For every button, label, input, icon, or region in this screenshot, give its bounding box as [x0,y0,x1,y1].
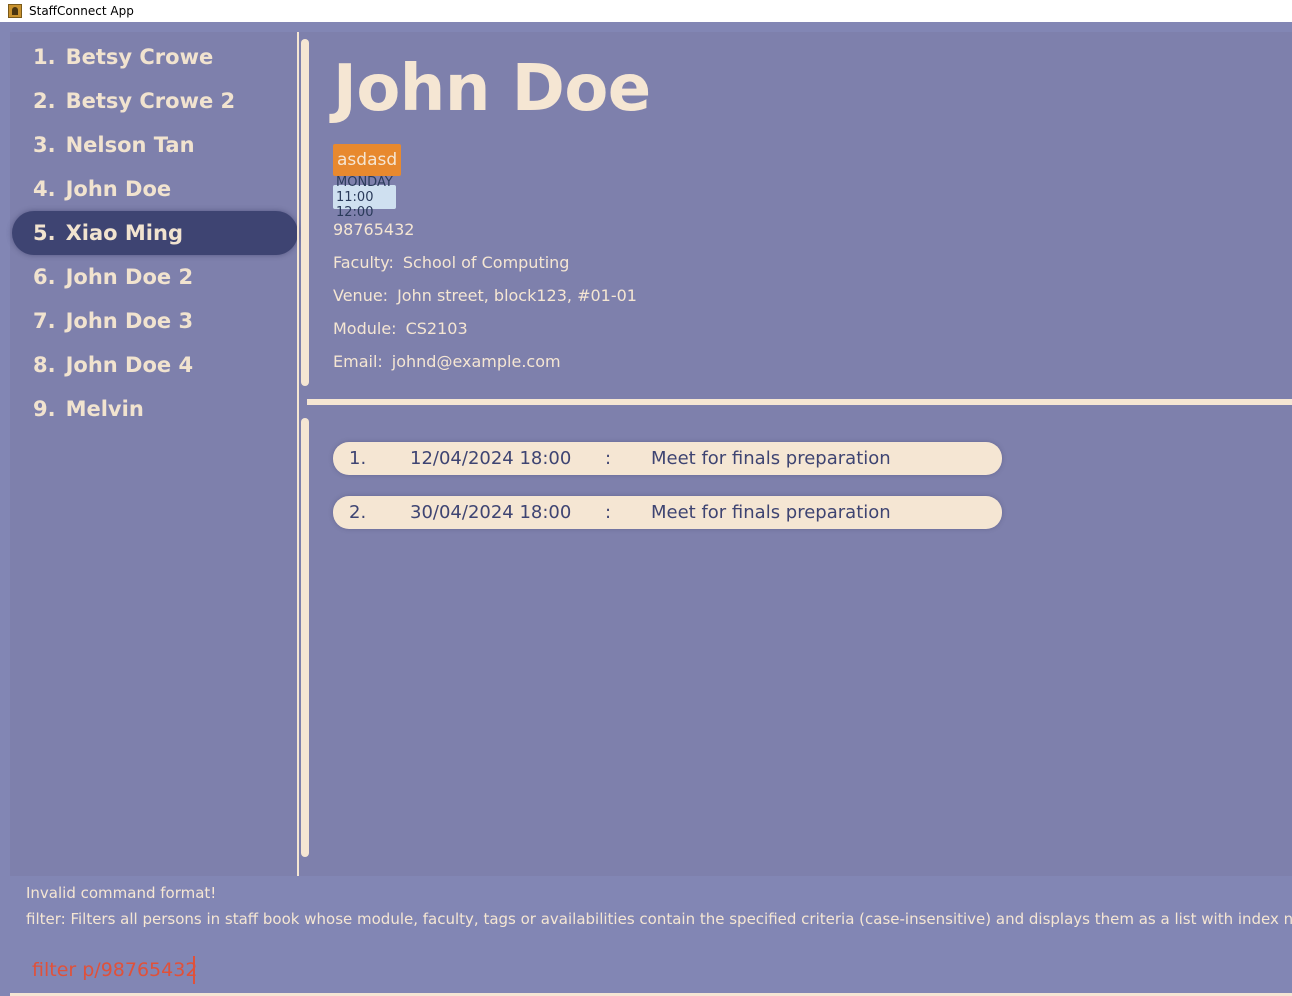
list-item-index: 4. [33,177,56,201]
list-item[interactable]: 9. Melvin [12,387,298,431]
phone-field: 98765432 [333,220,414,239]
list-item[interactable]: 4. John Doe [12,167,298,211]
meeting-item[interactable]: 2. 30/04/2024 18:00 : Meet for finals pr… [333,496,1002,529]
list-item-name: Xiao Ming [65,221,183,245]
list-item-index: 8. [33,353,56,377]
list-item-index: 2. [33,89,56,113]
venue-value: John street, block123, #01-01 [397,286,637,305]
result-message: Invalid command format! [26,884,217,902]
list-item-index: 9. [33,397,56,421]
window-title: StaffConnect App [29,4,134,18]
result-usage: filter: Filters all persons in staff boo… [26,910,1292,928]
meeting-datetime: 12/04/2024 18:00 [410,448,572,469]
tag-badge: asdasd [333,144,402,176]
list-item[interactable]: 6. John Doe 2 [12,255,298,299]
command-box [10,944,1292,994]
list-item-name: Melvin [65,397,144,421]
list-item-index: 5. [33,221,56,245]
meeting-index: 1. [349,448,367,469]
split-pane-divider[interactable] [297,32,299,876]
command-input[interactable] [30,954,1274,986]
meeting-scrollbar[interactable] [301,418,309,857]
detail-scrollbar[interactable] [301,39,309,386]
email-label: Email: [333,352,383,371]
meeting-description: Meet for finals preparation [651,448,891,469]
email-value: johnd@example.com [391,352,561,371]
detail-meeting-divider[interactable] [307,399,1292,405]
list-item[interactable]: 1. Betsy Crowe [12,35,298,79]
module-label: Module: [333,319,397,338]
faculty-field: Faculty: School of Computing [333,253,569,272]
main-panel: 1. Betsy Crowe 2. Betsy Crowe 2 3. Nelso… [10,32,1292,876]
faculty-label: Faculty: [333,253,394,272]
address-book-icon [8,4,22,18]
meeting-index: 2. [349,502,367,523]
availability-badge: MONDAY 11:00 12:00 [333,175,396,220]
phone-value: 98765432 [333,220,415,239]
title-bar: StaffConnect App [0,0,1292,22]
module-value: CS2103 [405,319,468,338]
email-field: Email: johnd@example.com [333,352,561,371]
list-item-index: 7. [33,309,56,333]
meeting-item[interactable]: 1. 12/04/2024 18:00 : Meet for finals pr… [333,442,1002,475]
list-item-name: Nelson Tan [65,133,195,157]
meeting-datetime: 30/04/2024 18:00 [410,502,572,523]
list-item-index: 1. [33,45,56,69]
list-item-name: John Doe 3 [65,309,194,333]
venue-label: Venue: [333,286,389,305]
list-item-index: 3. [33,133,56,157]
list-item-name: John Doe 4 [65,353,194,377]
list-item-name: Betsy Crowe [65,45,214,69]
list-item[interactable]: 3. Nelson Tan [12,123,298,167]
person-list: 1. Betsy Crowe 2. Betsy Crowe 2 3. Nelso… [10,32,298,876]
meeting-separator: : [605,448,612,469]
list-item[interactable]: 7. John Doe 3 [12,299,298,343]
module-field: Module: CS2103 [333,319,468,338]
meeting-separator: : [605,502,612,523]
list-item-selected[interactable]: 5. Xiao Ming [12,211,298,255]
list-item-name: John Doe [65,177,172,201]
list-item[interactable]: 8. John Doe 4 [12,343,298,387]
meeting-description: Meet for finals preparation [651,502,891,523]
list-item-name: John Doe 2 [65,265,194,289]
result-display: Invalid command format! filter: Filters … [10,876,1292,944]
list-item-name: Betsy Crowe 2 [65,89,236,113]
list-item[interactable]: 2. Betsy Crowe 2 [12,79,298,123]
person-name: John Doe [333,52,651,126]
text-caret [193,956,195,984]
faculty-value: School of Computing [402,253,570,272]
venue-field: Venue: John street, block123, #01-01 [333,286,637,305]
list-item-index: 6. [33,265,56,289]
